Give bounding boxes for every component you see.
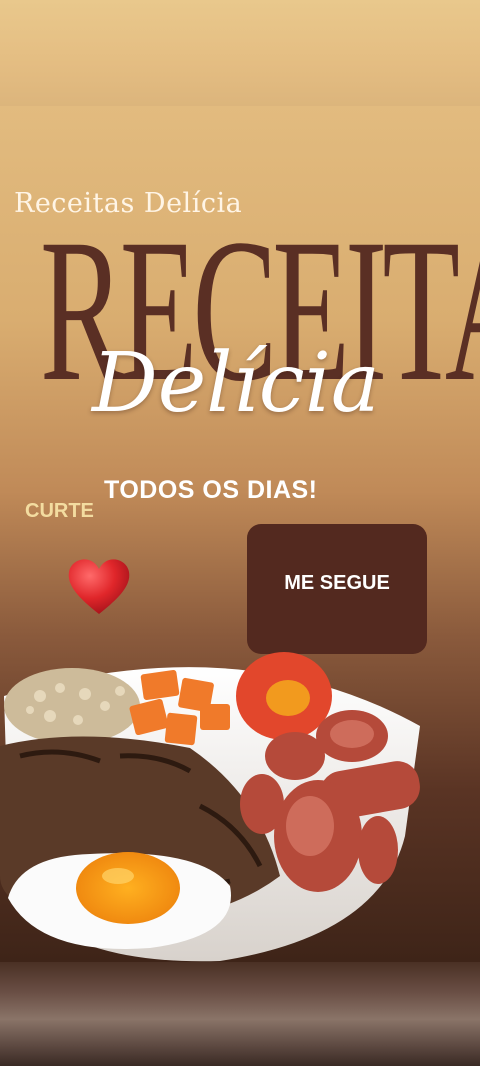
script-title: Delícia [92, 336, 380, 431]
tagline: TODOS OS DIAS! [104, 476, 318, 504]
blurred-bottom-band [0, 962, 480, 1066]
food-bowl-image [0, 652, 420, 962]
heart-icon[interactable] [66, 556, 132, 616]
recipe-poster[interactable]: Receitas Delícia RECEITAS Delícia TODOS … [0, 106, 480, 962]
follow-button[interactable]: ME SEGUE [247, 524, 427, 654]
curte-label: CURTE [25, 500, 94, 522]
blurred-top-band [0, 0, 480, 106]
